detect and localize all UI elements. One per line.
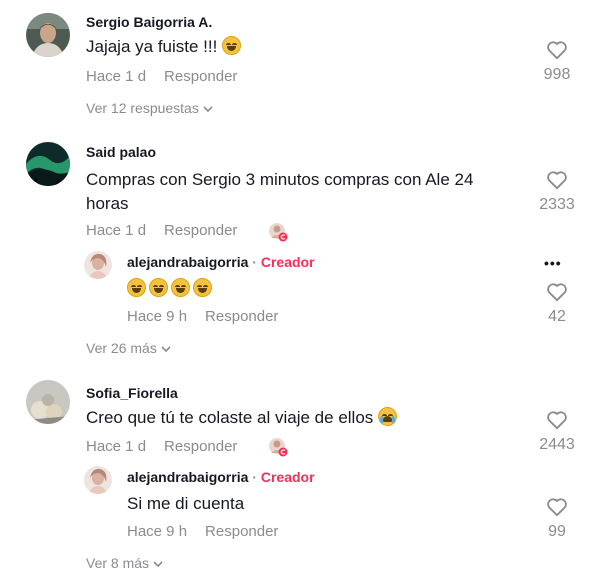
reply-username-row: alejandrabaigorria · Creador	[127, 254, 315, 270]
grinning-sweat-emoji	[171, 278, 190, 297]
reply-button[interactable]: Responder	[164, 438, 237, 455]
comment-text: Compras con Sergio 3 minutos compras con…	[86, 168, 473, 216]
reply-username-row: alejandrabaigorria · Creador	[127, 469, 315, 485]
creator-badge: Creador	[260, 469, 315, 485]
reply-meta: Hace 9 h Responder	[127, 308, 278, 325]
chevron-down-icon	[161, 346, 171, 352]
comment-username[interactable]: Said palao	[86, 144, 156, 160]
heart-outline-icon[interactable]	[546, 282, 568, 302]
reply-button[interactable]: Responder	[205, 308, 278, 325]
like-control: 998	[527, 40, 587, 84]
heart-outline-icon[interactable]	[546, 410, 568, 430]
comment-meta: Hace 1 d Responder	[86, 222, 237, 239]
like-count: 998	[543, 66, 571, 83]
avatar[interactable]	[84, 466, 112, 494]
creator-liked-badge-icon: C	[269, 438, 288, 457]
like-count: 2443	[539, 436, 575, 453]
grinning-sweat-emoji	[127, 278, 146, 297]
reply-button[interactable]: Responder	[164, 68, 237, 85]
view-replies-button[interactable]: Ver 8 más	[86, 555, 163, 571]
comment-text-content: Creo que tú te colaste al viaje de ellos	[86, 408, 379, 427]
comment-time: Hace 1 d	[86, 222, 147, 239]
avatar[interactable]	[84, 251, 112, 279]
comment-username[interactable]: Sergio Baigorria A.	[86, 14, 212, 30]
chevron-down-icon	[203, 106, 213, 112]
comment-text: Jajaja ya fuiste !!!	[86, 35, 244, 59]
reply-meta: Hace 9 h Responder	[127, 523, 278, 540]
reply-username[interactable]: alejandrabaigorria	[127, 469, 248, 485]
reply-button[interactable]: Responder	[205, 523, 278, 540]
like-count: 42	[548, 308, 566, 325]
like-count: 99	[548, 523, 566, 540]
comment-username[interactable]: Sofia_Fiorella	[86, 385, 178, 401]
view-replies-label: Ver 26 más	[86, 340, 157, 356]
loudly-crying-emoji	[378, 407, 398, 426]
svg-text:C: C	[280, 234, 285, 242]
more-options-button[interactable]: •••	[544, 256, 562, 270]
avatar[interactable]	[26, 142, 70, 186]
separator-dot: ·	[252, 469, 257, 485]
grinning-sweat-emoji	[149, 278, 168, 297]
like-control: 42	[527, 282, 587, 326]
separator-dot: ·	[252, 254, 257, 270]
chevron-down-icon	[153, 561, 163, 567]
like-count: 2333	[539, 196, 575, 213]
view-replies-button[interactable]: Ver 12 respuestas	[86, 100, 213, 116]
reply-text	[127, 277, 215, 301]
avatar[interactable]	[26, 380, 70, 424]
reply-text: Si me di cuenta	[127, 494, 245, 513]
view-replies-button[interactable]: Ver 26 más	[86, 340, 171, 356]
comment-meta: Hace 1 d Responder	[86, 68, 237, 85]
reply-time: Hace 9 h	[127, 308, 188, 325]
comment-time: Hace 1 d	[86, 438, 147, 455]
heart-outline-icon[interactable]	[546, 40, 568, 60]
heart-outline-icon[interactable]	[546, 170, 568, 190]
grinning-sweat-emoji	[193, 278, 212, 297]
creator-badge: Creador	[260, 254, 315, 270]
like-control: 2443	[527, 410, 587, 454]
heart-outline-icon[interactable]	[546, 497, 568, 517]
svg-text:C: C	[280, 449, 285, 457]
view-replies-label: Ver 12 respuestas	[86, 100, 199, 116]
comment-text-line: Compras con Sergio 3 minutos compras con…	[86, 170, 474, 189]
reply-time: Hace 9 h	[127, 523, 188, 540]
comment-meta: Hace 1 d Responder	[86, 438, 237, 455]
view-replies-label: Ver 8 más	[86, 555, 150, 571]
grinning-sweat-emoji	[222, 36, 242, 55]
comment-text-content: Jajaja ya fuiste !!!	[86, 37, 223, 56]
creator-liked-badge-icon: C	[269, 223, 288, 242]
like-control: 99	[527, 497, 587, 541]
reply-username[interactable]: alejandrabaigorria	[127, 254, 248, 270]
like-control: 2333	[527, 170, 587, 214]
reply-button[interactable]: Responder	[164, 222, 237, 239]
comment-time: Hace 1 d	[86, 68, 147, 85]
comment-text-line: horas	[86, 194, 129, 213]
avatar[interactable]	[26, 13, 70, 57]
comment-text: Creo que tú te colaste al viaje de ellos	[86, 406, 400, 430]
